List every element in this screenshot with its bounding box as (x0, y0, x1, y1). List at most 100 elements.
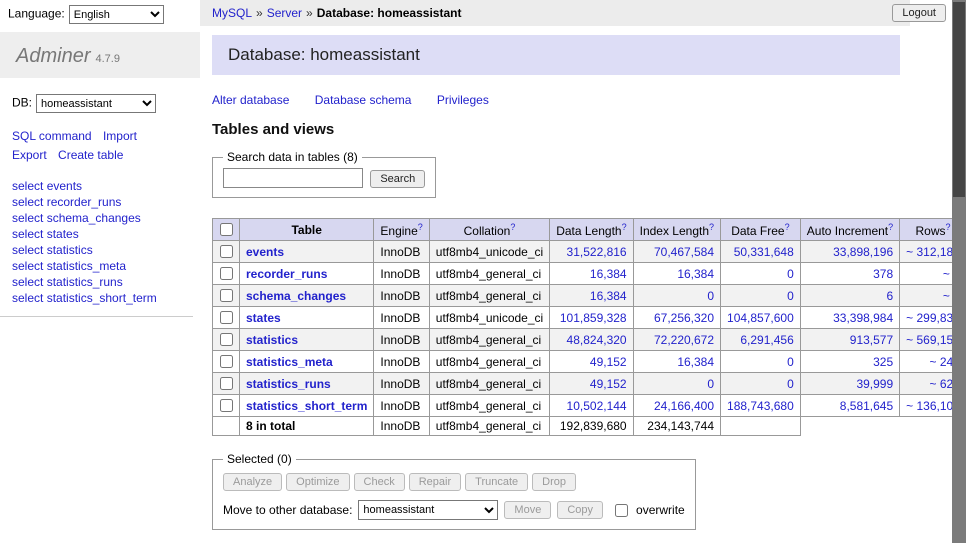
copy-button[interactable]: Copy (557, 501, 603, 519)
table-name-link[interactable]: recorder_runs (246, 267, 327, 281)
database-schema-link[interactable]: Database schema (315, 93, 412, 107)
row-checkbox[interactable] (220, 377, 233, 390)
sql-command-link[interactable]: SQL command (12, 129, 92, 143)
auto-increment-link[interactable]: 378 (873, 267, 893, 281)
logout-button[interactable] (892, 4, 946, 22)
rows-link[interactable]: ~ 628 (930, 377, 953, 391)
data-free-link[interactable]: 0 (787, 355, 794, 369)
column-help-link[interactable]: ? (622, 222, 627, 232)
sidebar-select-link[interactable]: select (12, 275, 43, 289)
move-db-select[interactable]: homeassistant (358, 500, 498, 520)
rows-link[interactable]: ~ 299,833 (906, 311, 952, 325)
data-free-link[interactable]: 104,857,600 (727, 311, 794, 325)
table-name-link[interactable]: statistics_runs (246, 377, 331, 391)
sidebar-table-link[interactable]: schema_changes (47, 211, 141, 225)
select-all-checkbox[interactable] (220, 223, 233, 236)
auto-increment-link[interactable]: 33,398,984 (833, 311, 893, 325)
data-length-link[interactable]: 16,384 (590, 289, 627, 303)
table-name-link[interactable]: schema_changes (246, 289, 346, 303)
rows-link[interactable]: ~ 5 (943, 267, 952, 281)
sidebar-select-link[interactable]: select (12, 179, 43, 193)
search-button[interactable] (370, 170, 425, 188)
breadcrumb-server-link[interactable]: Server (267, 6, 302, 20)
index-length-link[interactable]: 70,467,584 (654, 245, 714, 259)
sidebar-table-link[interactable]: statistics_short_term (47, 291, 157, 305)
search-input[interactable] (223, 168, 363, 188)
column-help-link[interactable]: ? (418, 222, 423, 232)
table-name-link[interactable]: events (246, 245, 284, 259)
index-length-link[interactable]: 67,256,320 (654, 311, 714, 325)
data-free-link[interactable]: 50,331,648 (734, 245, 794, 259)
data-length-link[interactable]: 101,859,328 (560, 311, 627, 325)
auto-increment-link[interactable]: 325 (873, 355, 893, 369)
column-help-link[interactable]: ? (946, 222, 951, 232)
breadcrumb-mysql-link[interactable]: MySQL (212, 6, 252, 20)
drop-button[interactable]: Drop (532, 473, 576, 491)
analyze-button[interactable]: Analyze (223, 473, 282, 491)
auto-increment-link[interactable]: 33,898,196 (833, 245, 893, 259)
sidebar-table-link[interactable]: events (47, 179, 82, 193)
data-length-link[interactable]: 10,502,144 (567, 399, 627, 413)
row-checkbox[interactable] (220, 355, 233, 368)
index-length-link[interactable]: 0 (707, 289, 714, 303)
row-checkbox[interactable] (220, 333, 233, 346)
sidebar-select-link[interactable]: select (12, 291, 43, 305)
data-length-link[interactable]: 16,384 (590, 267, 627, 281)
sidebar-select-link[interactable]: select (12, 227, 43, 241)
row-checkbox[interactable] (220, 399, 233, 412)
db-select[interactable]: homeassistant (36, 94, 156, 113)
sidebar-select-link[interactable]: select (12, 211, 43, 225)
data-length-link[interactable]: 49,152 (590, 377, 627, 391)
rows-link[interactable]: ~ 569,159 (906, 333, 952, 347)
auto-increment-link[interactable]: 913,577 (850, 333, 893, 347)
language-select[interactable]: English (69, 5, 164, 24)
sidebar-select-link[interactable]: select (12, 195, 43, 209)
table-name-link[interactable]: statistics (246, 333, 298, 347)
row-checkbox[interactable] (220, 267, 233, 280)
rows-link[interactable]: ~ 136,108 (906, 399, 952, 413)
data-free-link[interactable]: 0 (787, 289, 794, 303)
column-help-link[interactable]: ? (785, 222, 790, 232)
auto-increment-link[interactable]: 6 (886, 289, 893, 303)
rows-link[interactable]: ~ 244 (930, 355, 953, 369)
vertical-scrollbar[interactable] (952, 0, 966, 543)
column-help-link[interactable]: ? (888, 222, 893, 232)
row-checkbox[interactable] (220, 311, 233, 324)
data-length-link[interactable]: 31,522,816 (567, 245, 627, 259)
alter-database-link[interactable]: Alter database (212, 93, 289, 107)
move-button[interactable]: Move (504, 501, 551, 519)
data-length-link[interactable]: 49,152 (590, 355, 627, 369)
data-free-link[interactable]: 188,743,680 (727, 399, 794, 413)
check-button[interactable]: Check (354, 473, 405, 491)
data-free-link[interactable]: 0 (787, 267, 794, 281)
auto-increment-link[interactable]: 8,581,645 (840, 399, 893, 413)
export-link[interactable]: Export (12, 148, 47, 162)
row-checkbox[interactable] (220, 245, 233, 258)
optimize-button[interactable]: Optimize (286, 473, 349, 491)
repair-button[interactable]: Repair (409, 473, 461, 491)
sidebar-table-link[interactable]: states (47, 227, 79, 241)
auto-increment-link[interactable]: 39,999 (856, 377, 893, 391)
sidebar-table-link[interactable]: statistics_runs (47, 275, 123, 289)
table-name-link[interactable]: states (246, 311, 281, 325)
data-length-link[interactable]: 48,824,320 (567, 333, 627, 347)
create-table-sidebar-link[interactable]: Create table (58, 148, 123, 162)
table-name-link[interactable]: statistics_short_term (246, 399, 367, 413)
row-checkbox[interactable] (220, 289, 233, 302)
sidebar-table-link[interactable]: statistics_meta (47, 259, 126, 273)
data-free-link[interactable]: 0 (787, 377, 794, 391)
scrollbar-thumb[interactable] (953, 2, 965, 197)
truncate-button[interactable]: Truncate (465, 473, 528, 491)
sidebar-select-link[interactable]: select (12, 259, 43, 273)
index-length-link[interactable]: 0 (707, 377, 714, 391)
index-length-link[interactable]: 16,384 (677, 267, 714, 281)
import-link[interactable]: Import (103, 129, 137, 143)
sidebar-table-link[interactable]: recorder_runs (47, 195, 122, 209)
rows-link[interactable]: ~ 3 (943, 289, 952, 303)
data-free-link[interactable]: 6,291,456 (740, 333, 793, 347)
overwrite-checkbox[interactable] (615, 504, 628, 517)
column-help-link[interactable]: ? (510, 222, 515, 232)
sidebar-table-link[interactable]: statistics (47, 243, 93, 257)
index-length-link[interactable]: 24,166,400 (654, 399, 714, 413)
index-length-link[interactable]: 16,384 (677, 355, 714, 369)
